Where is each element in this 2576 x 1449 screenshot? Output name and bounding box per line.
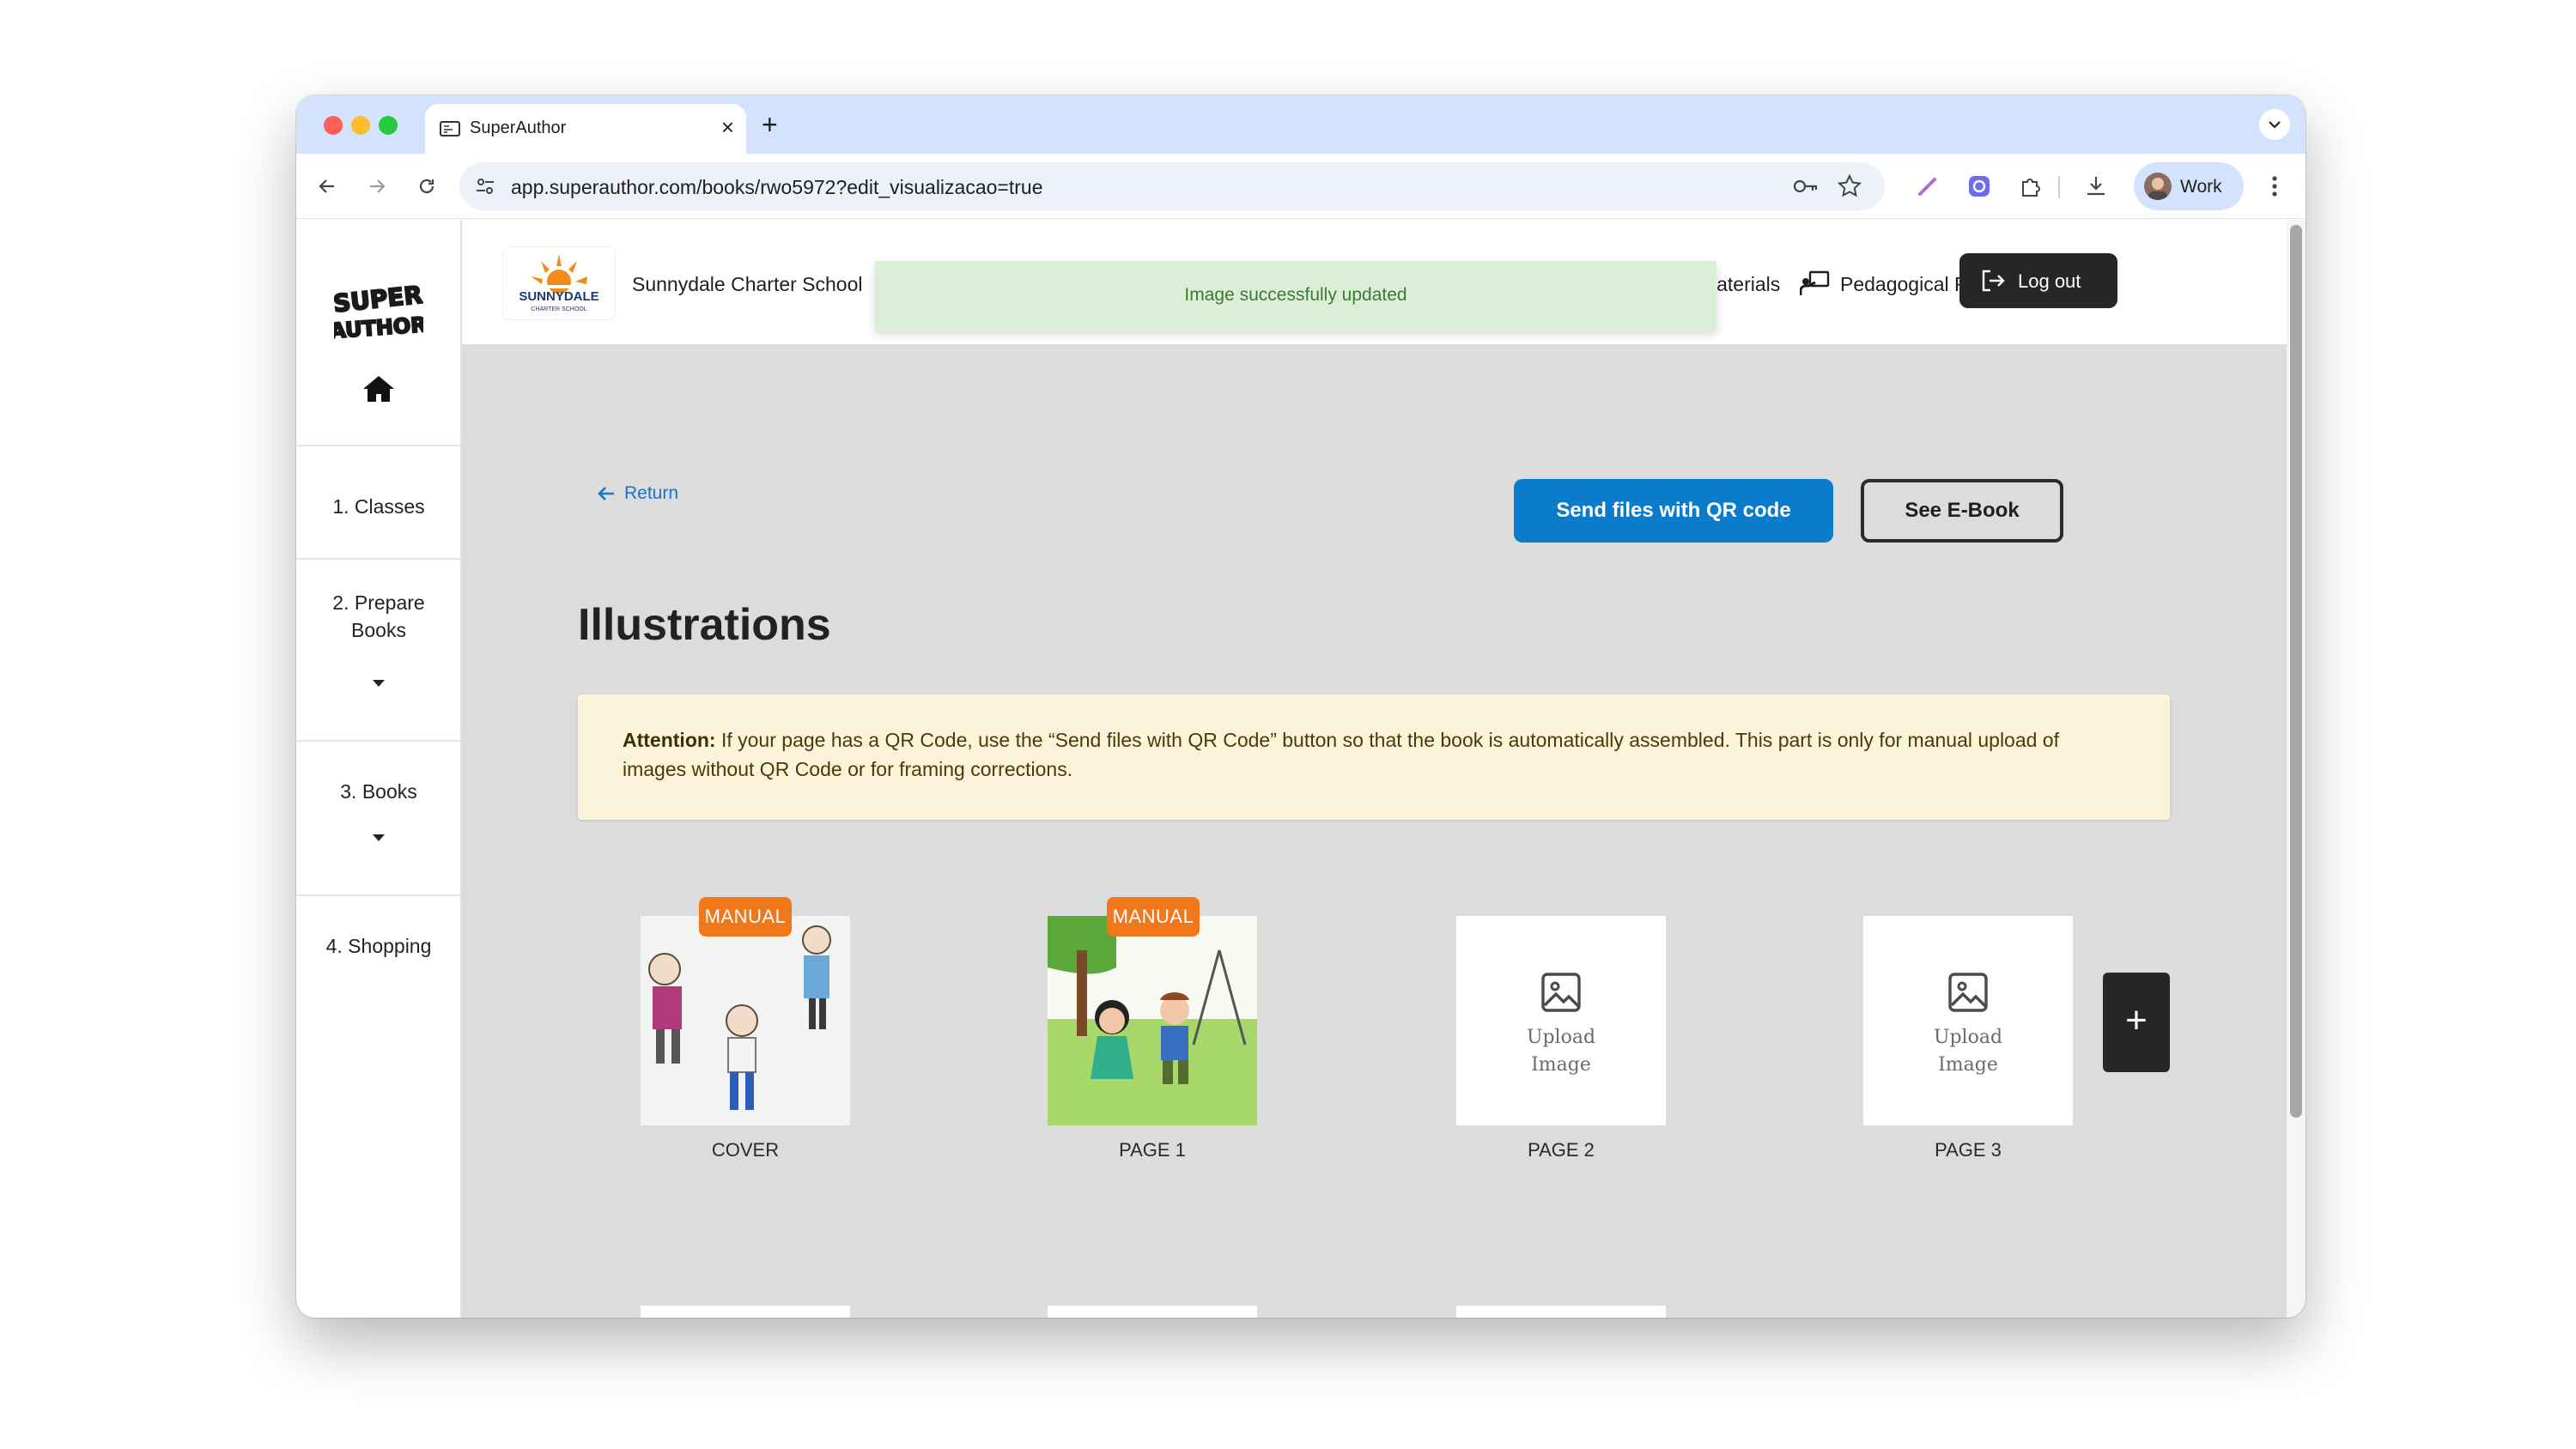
illustration-card-page-1[interactable] [1048,916,1257,1125]
svg-text:SUPER: SUPER [334,281,423,318]
sidebar-item-classes[interactable]: 1. Classes [296,493,461,520]
pen-extension-icon[interactable] [1912,171,1943,202]
browser-toolbar: app.superauthor.com/books/rwo5972?edit_v… [296,154,2306,219]
browser-window: SuperAuthor × + app.superauthor.com/book… [296,95,2306,1318]
logout-label: Log out [2018,270,2081,292]
attention-notice: Attention: If your page has a QR Code, u… [578,694,2170,820]
new-tab-icon[interactable]: + [762,109,778,140]
card-label-page-1: PAGE 1 [1119,1139,1186,1161]
attention-text: If your page has a QR Code, use the “Sen… [623,729,2059,780]
sidebar-divider [296,740,461,742]
illustration-card-page-4[interactable] [641,1306,850,1318]
tab-close-icon[interactable]: × [721,114,734,140]
site-settings-icon[interactable] [473,174,497,198]
svg-text:SUNNYDALE: SUNNYDALE [519,289,598,304]
superauthor-favicon-icon [440,121,460,136]
manual-badge: MANUAL [1107,897,1200,937]
success-toast: Image successfully updated [875,261,1716,331]
tab-bar: SuperAuthor × + [296,95,2306,154]
password-key-icon[interactable] [1792,174,1820,198]
card-label-cover: COVER [711,1139,780,1161]
tab-search-chevron-icon[interactable] [2259,109,2290,140]
toolbar-divider [2058,176,2060,198]
cover-drawing-image [641,916,850,1125]
page-1-drawing-image [1048,916,1257,1125]
forward-arrow-icon[interactable] [361,171,392,202]
logout-icon [1982,270,2005,292]
svg-text:AUTHOR: AUTHOR [334,312,423,343]
return-link[interactable]: Return [597,483,678,504]
page-title: Illustrations [578,600,831,650]
card-label-page-2: PAGE 2 [1528,1139,1595,1161]
maximize-window-button[interactable] [379,116,398,135]
image-placeholder-icon [1541,973,1581,1012]
illustration-card-cover[interactable] [641,916,850,1125]
illustration-card-page-5[interactable] [1048,1306,1257,1318]
url-text: app.superauthor.com/books/rwo5972?edit_v… [511,176,1043,198]
page-scrollbar[interactable] [2287,220,2306,1318]
tab-title: SuperAuthor [470,118,567,137]
back-arrow-icon[interactable] [312,171,343,202]
address-bar[interactable]: app.superauthor.com/books/rwo5972?edit_v… [459,162,1885,210]
sidebar-divider [296,558,461,560]
reload-icon[interactable] [411,171,442,202]
manual-badge: MANUAL [699,897,792,937]
add-page-button[interactable]: + [2103,973,2170,1072]
assistant-extension-icon[interactable] [1964,171,1995,202]
profile-label: Work [2180,177,2222,197]
sidebar-divider [296,445,461,446]
sidebar-item-shopping[interactable]: 4. Shopping [296,932,461,960]
sidebar-item-prepare-books[interactable]: 2. Prepare Books [296,589,461,644]
app-viewport: SUPER AUTHOR 1. Classes 2. Prepare Books… [296,220,2306,1318]
svg-text:CHARTER SCHOOL: CHARTER SCHOOL [531,306,586,312]
see-ebook-button[interactable]: See E-Book [1861,479,2063,543]
illustration-card-page-6[interactable] [1456,1306,1666,1318]
toast-message: Image successfully updated [1184,285,1407,305]
teacher-board-icon [1800,270,1830,295]
nav-materials-link[interactable]: laterials [1712,273,1780,296]
bookmark-star-icon[interactable] [1837,173,1862,199]
image-placeholder-icon [1948,973,1988,1012]
minimize-window-button[interactable] [351,116,370,135]
browser-tab[interactable]: SuperAuthor × [425,104,746,154]
logout-button[interactable]: Log out [1959,253,2117,308]
browser-menu-icon[interactable] [2259,171,2290,202]
sidebar: SUPER AUTHOR 1. Classes 2. Prepare Books… [296,220,461,1318]
sidebar-item-books[interactable]: 3. Books [296,778,461,805]
profile-avatar [2144,173,2172,200]
arrow-left-icon [598,487,614,500]
upload-image-label: Upload Image [1526,1027,1596,1076]
extensions-puzzle-icon[interactable] [2015,171,2046,202]
send-files-qr-button[interactable]: Send files with QR code [1514,479,1833,543]
illustration-card-page-3[interactable]: Upload Image [1863,916,2073,1125]
caret-down-icon[interactable] [372,679,386,688]
top-header: SUNNYDALE CHARTER SCHOOL Sunnydale Chart… [462,220,2306,344]
scrollbar-thumb[interactable] [2290,225,2302,1118]
home-icon[interactable] [361,374,396,403]
card-label-page-3: PAGE 3 [1935,1139,2002,1161]
upload-image-label: Upload Image [1933,1027,2003,1076]
attention-label: Attention: [623,729,716,751]
illustration-card-page-2[interactable]: Upload Image [1456,916,1666,1125]
return-label: Return [624,483,679,503]
profile-chip[interactable]: Work [2134,162,2244,210]
superauthor-logo[interactable]: SUPER AUTHOR [334,280,423,343]
download-icon[interactable] [2081,171,2111,202]
school-name: Sunnydale Charter School [632,273,863,295]
close-window-button[interactable] [324,116,343,135]
sidebar-divider [296,894,461,896]
caret-down-icon[interactable] [372,834,386,842]
school-logo: SUNNYDALE CHARTER SCHOOL [503,247,615,319]
